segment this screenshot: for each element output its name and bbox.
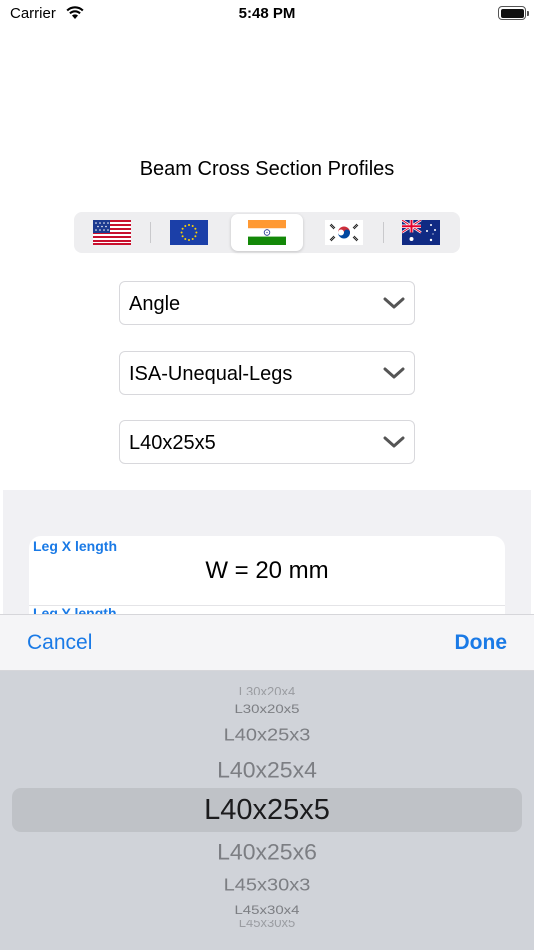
done-button[interactable]: Done (455, 631, 508, 655)
chevron-down-icon (383, 367, 405, 379)
battery-icon (498, 6, 529, 20)
picker-row[interactable]: L40x25x4 (0, 758, 534, 784)
property-card: Leg X length W = 20 mm (29, 536, 505, 606)
picker-row-selected[interactable]: L40x25x5 (0, 794, 534, 827)
status-bar: Carrier 5:48 PM (0, 0, 534, 30)
picker-row[interactable]: L45x30x3 (0, 875, 534, 895)
picker-row[interactable]: L40x25x3 (0, 725, 534, 745)
segment-australia[interactable] (385, 214, 457, 251)
clock: 5:48 PM (238, 5, 296, 22)
segment-usa[interactable] (76, 214, 148, 251)
picker-row[interactable]: L45x30x5 (0, 920, 534, 928)
picker-row[interactable]: L30x20x5 (0, 703, 534, 717)
size-picker-wheel[interactable]: L30x20x4 L30x20x5 L40x25x3 L40x25x4 L40x… (0, 671, 534, 950)
india-flag-icon (248, 220, 286, 245)
series-dropdown[interactable]: ISA-Unequal-Legs (119, 351, 415, 395)
picker-toolbar: Cancel Done (0, 614, 534, 671)
segment-divider (150, 222, 151, 243)
picker-row[interactable]: L30x20x4 (0, 687, 534, 695)
picker-row[interactable]: L45x30x4 (0, 904, 534, 918)
chevron-down-icon (383, 297, 405, 309)
picker-row[interactable]: L40x25x6 (0, 840, 534, 866)
usa-flag-icon (93, 220, 131, 245)
size-dropdown-value: L40x25x5 (129, 432, 216, 454)
shape-dropdown-value: Angle (129, 293, 181, 315)
series-dropdown-value: ISA-Unequal-Legs (129, 363, 293, 385)
australia-flag-icon (402, 220, 440, 245)
page-title: Beam Cross Section Profiles (139, 158, 395, 180)
cancel-button[interactable]: Cancel (27, 631, 92, 655)
segment-divider (383, 222, 384, 243)
eu-flag-icon (170, 220, 208, 245)
standard-segmented-control (74, 212, 460, 253)
segment-south-korea[interactable] (308, 214, 380, 251)
chevron-down-icon (383, 436, 405, 448)
south-korea-flag-icon (325, 220, 363, 245)
size-dropdown[interactable]: L40x25x5 (119, 420, 415, 464)
shape-dropdown[interactable]: Angle (119, 281, 415, 325)
property-value: W = 20 mm (205, 557, 329, 584)
property-label: Leg X length (33, 538, 117, 554)
segment-eu[interactable] (153, 214, 225, 251)
segment-india[interactable] (231, 214, 303, 251)
